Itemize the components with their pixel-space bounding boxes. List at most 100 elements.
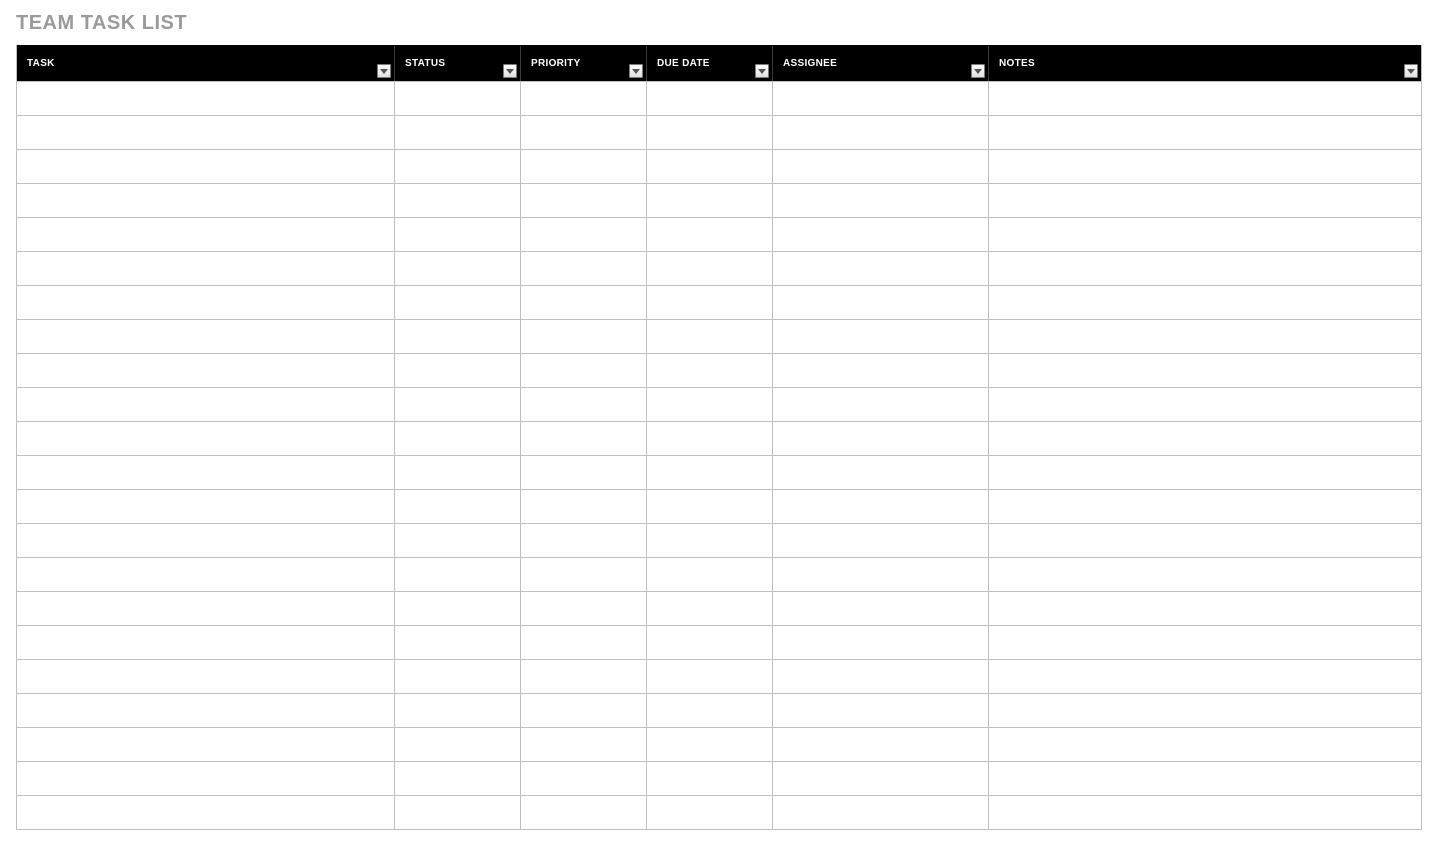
cell-task[interactable]: [17, 150, 395, 183]
cell-task[interactable]: [17, 660, 395, 693]
cell-notes[interactable]: [989, 558, 1421, 591]
cell-due[interactable]: [647, 354, 773, 387]
cell-due[interactable]: [647, 796, 773, 829]
cell-priority[interactable]: [521, 320, 647, 353]
cell-task[interactable]: [17, 592, 395, 625]
cell-priority[interactable]: [521, 388, 647, 421]
cell-assignee[interactable]: [773, 728, 989, 761]
column-header-task[interactable]: TASK: [17, 46, 395, 81]
cell-notes[interactable]: [989, 320, 1421, 353]
cell-status[interactable]: [395, 558, 521, 591]
cell-priority[interactable]: [521, 592, 647, 625]
cell-priority[interactable]: [521, 184, 647, 217]
cell-notes[interactable]: [989, 592, 1421, 625]
cell-assignee[interactable]: [773, 796, 989, 829]
cell-assignee[interactable]: [773, 320, 989, 353]
cell-status[interactable]: [395, 524, 521, 557]
cell-priority[interactable]: [521, 524, 647, 557]
cell-assignee[interactable]: [773, 150, 989, 183]
cell-due[interactable]: [647, 388, 773, 421]
cell-task[interactable]: [17, 116, 395, 149]
cell-assignee[interactable]: [773, 116, 989, 149]
cell-assignee[interactable]: [773, 762, 989, 795]
cell-due[interactable]: [647, 456, 773, 489]
cell-assignee[interactable]: [773, 184, 989, 217]
cell-task[interactable]: [17, 422, 395, 455]
cell-notes[interactable]: [989, 184, 1421, 217]
cell-notes[interactable]: [989, 218, 1421, 251]
cell-notes[interactable]: [989, 252, 1421, 285]
cell-priority[interactable]: [521, 150, 647, 183]
filter-dropdown-icon[interactable]: [755, 64, 769, 78]
cell-notes[interactable]: [989, 286, 1421, 319]
cell-notes[interactable]: [989, 524, 1421, 557]
cell-status[interactable]: [395, 218, 521, 251]
cell-priority[interactable]: [521, 218, 647, 251]
cell-status[interactable]: [395, 82, 521, 115]
cell-notes[interactable]: [989, 388, 1421, 421]
column-header-status[interactable]: STATUS: [395, 46, 521, 81]
cell-status[interactable]: [395, 592, 521, 625]
cell-task[interactable]: [17, 82, 395, 115]
cell-task[interactable]: [17, 388, 395, 421]
cell-task[interactable]: [17, 354, 395, 387]
cell-due[interactable]: [647, 422, 773, 455]
cell-due[interactable]: [647, 150, 773, 183]
cell-assignee[interactable]: [773, 456, 989, 489]
cell-assignee[interactable]: [773, 422, 989, 455]
cell-task[interactable]: [17, 694, 395, 727]
cell-task[interactable]: [17, 626, 395, 659]
cell-priority[interactable]: [521, 252, 647, 285]
cell-priority[interactable]: [521, 796, 647, 829]
cell-status[interactable]: [395, 796, 521, 829]
cell-assignee[interactable]: [773, 252, 989, 285]
cell-priority[interactable]: [521, 422, 647, 455]
cell-notes[interactable]: [989, 456, 1421, 489]
cell-priority[interactable]: [521, 558, 647, 591]
column-header-notes[interactable]: NOTES: [989, 46, 1421, 81]
cell-task[interactable]: [17, 558, 395, 591]
filter-dropdown-icon[interactable]: [1404, 64, 1418, 78]
cell-priority[interactable]: [521, 728, 647, 761]
filter-dropdown-icon[interactable]: [971, 64, 985, 78]
cell-due[interactable]: [647, 592, 773, 625]
cell-due[interactable]: [647, 524, 773, 557]
cell-status[interactable]: [395, 388, 521, 421]
column-header-due-date[interactable]: DUE DATE: [647, 46, 773, 81]
cell-due[interactable]: [647, 490, 773, 523]
cell-notes[interactable]: [989, 626, 1421, 659]
cell-notes[interactable]: [989, 728, 1421, 761]
cell-due[interactable]: [647, 558, 773, 591]
cell-notes[interactable]: [989, 762, 1421, 795]
cell-due[interactable]: [647, 252, 773, 285]
cell-status[interactable]: [395, 252, 521, 285]
cell-priority[interactable]: [521, 354, 647, 387]
cell-task[interactable]: [17, 252, 395, 285]
cell-task[interactable]: [17, 524, 395, 557]
cell-assignee[interactable]: [773, 388, 989, 421]
cell-task[interactable]: [17, 490, 395, 523]
column-header-assignee[interactable]: ASSIGNEE: [773, 46, 989, 81]
cell-status[interactable]: [395, 728, 521, 761]
cell-assignee[interactable]: [773, 82, 989, 115]
cell-notes[interactable]: [989, 796, 1421, 829]
cell-notes[interactable]: [989, 150, 1421, 183]
cell-task[interactable]: [17, 320, 395, 353]
cell-task[interactable]: [17, 762, 395, 795]
cell-assignee[interactable]: [773, 524, 989, 557]
cell-status[interactable]: [395, 626, 521, 659]
cell-status[interactable]: [395, 150, 521, 183]
cell-due[interactable]: [647, 116, 773, 149]
cell-notes[interactable]: [989, 116, 1421, 149]
cell-due[interactable]: [647, 660, 773, 693]
cell-due[interactable]: [647, 762, 773, 795]
cell-due[interactable]: [647, 82, 773, 115]
cell-notes[interactable]: [989, 660, 1421, 693]
cell-status[interactable]: [395, 116, 521, 149]
filter-dropdown-icon[interactable]: [629, 64, 643, 78]
cell-due[interactable]: [647, 184, 773, 217]
cell-status[interactable]: [395, 422, 521, 455]
cell-status[interactable]: [395, 694, 521, 727]
column-header-priority[interactable]: PRIORITY: [521, 46, 647, 81]
cell-priority[interactable]: [521, 694, 647, 727]
